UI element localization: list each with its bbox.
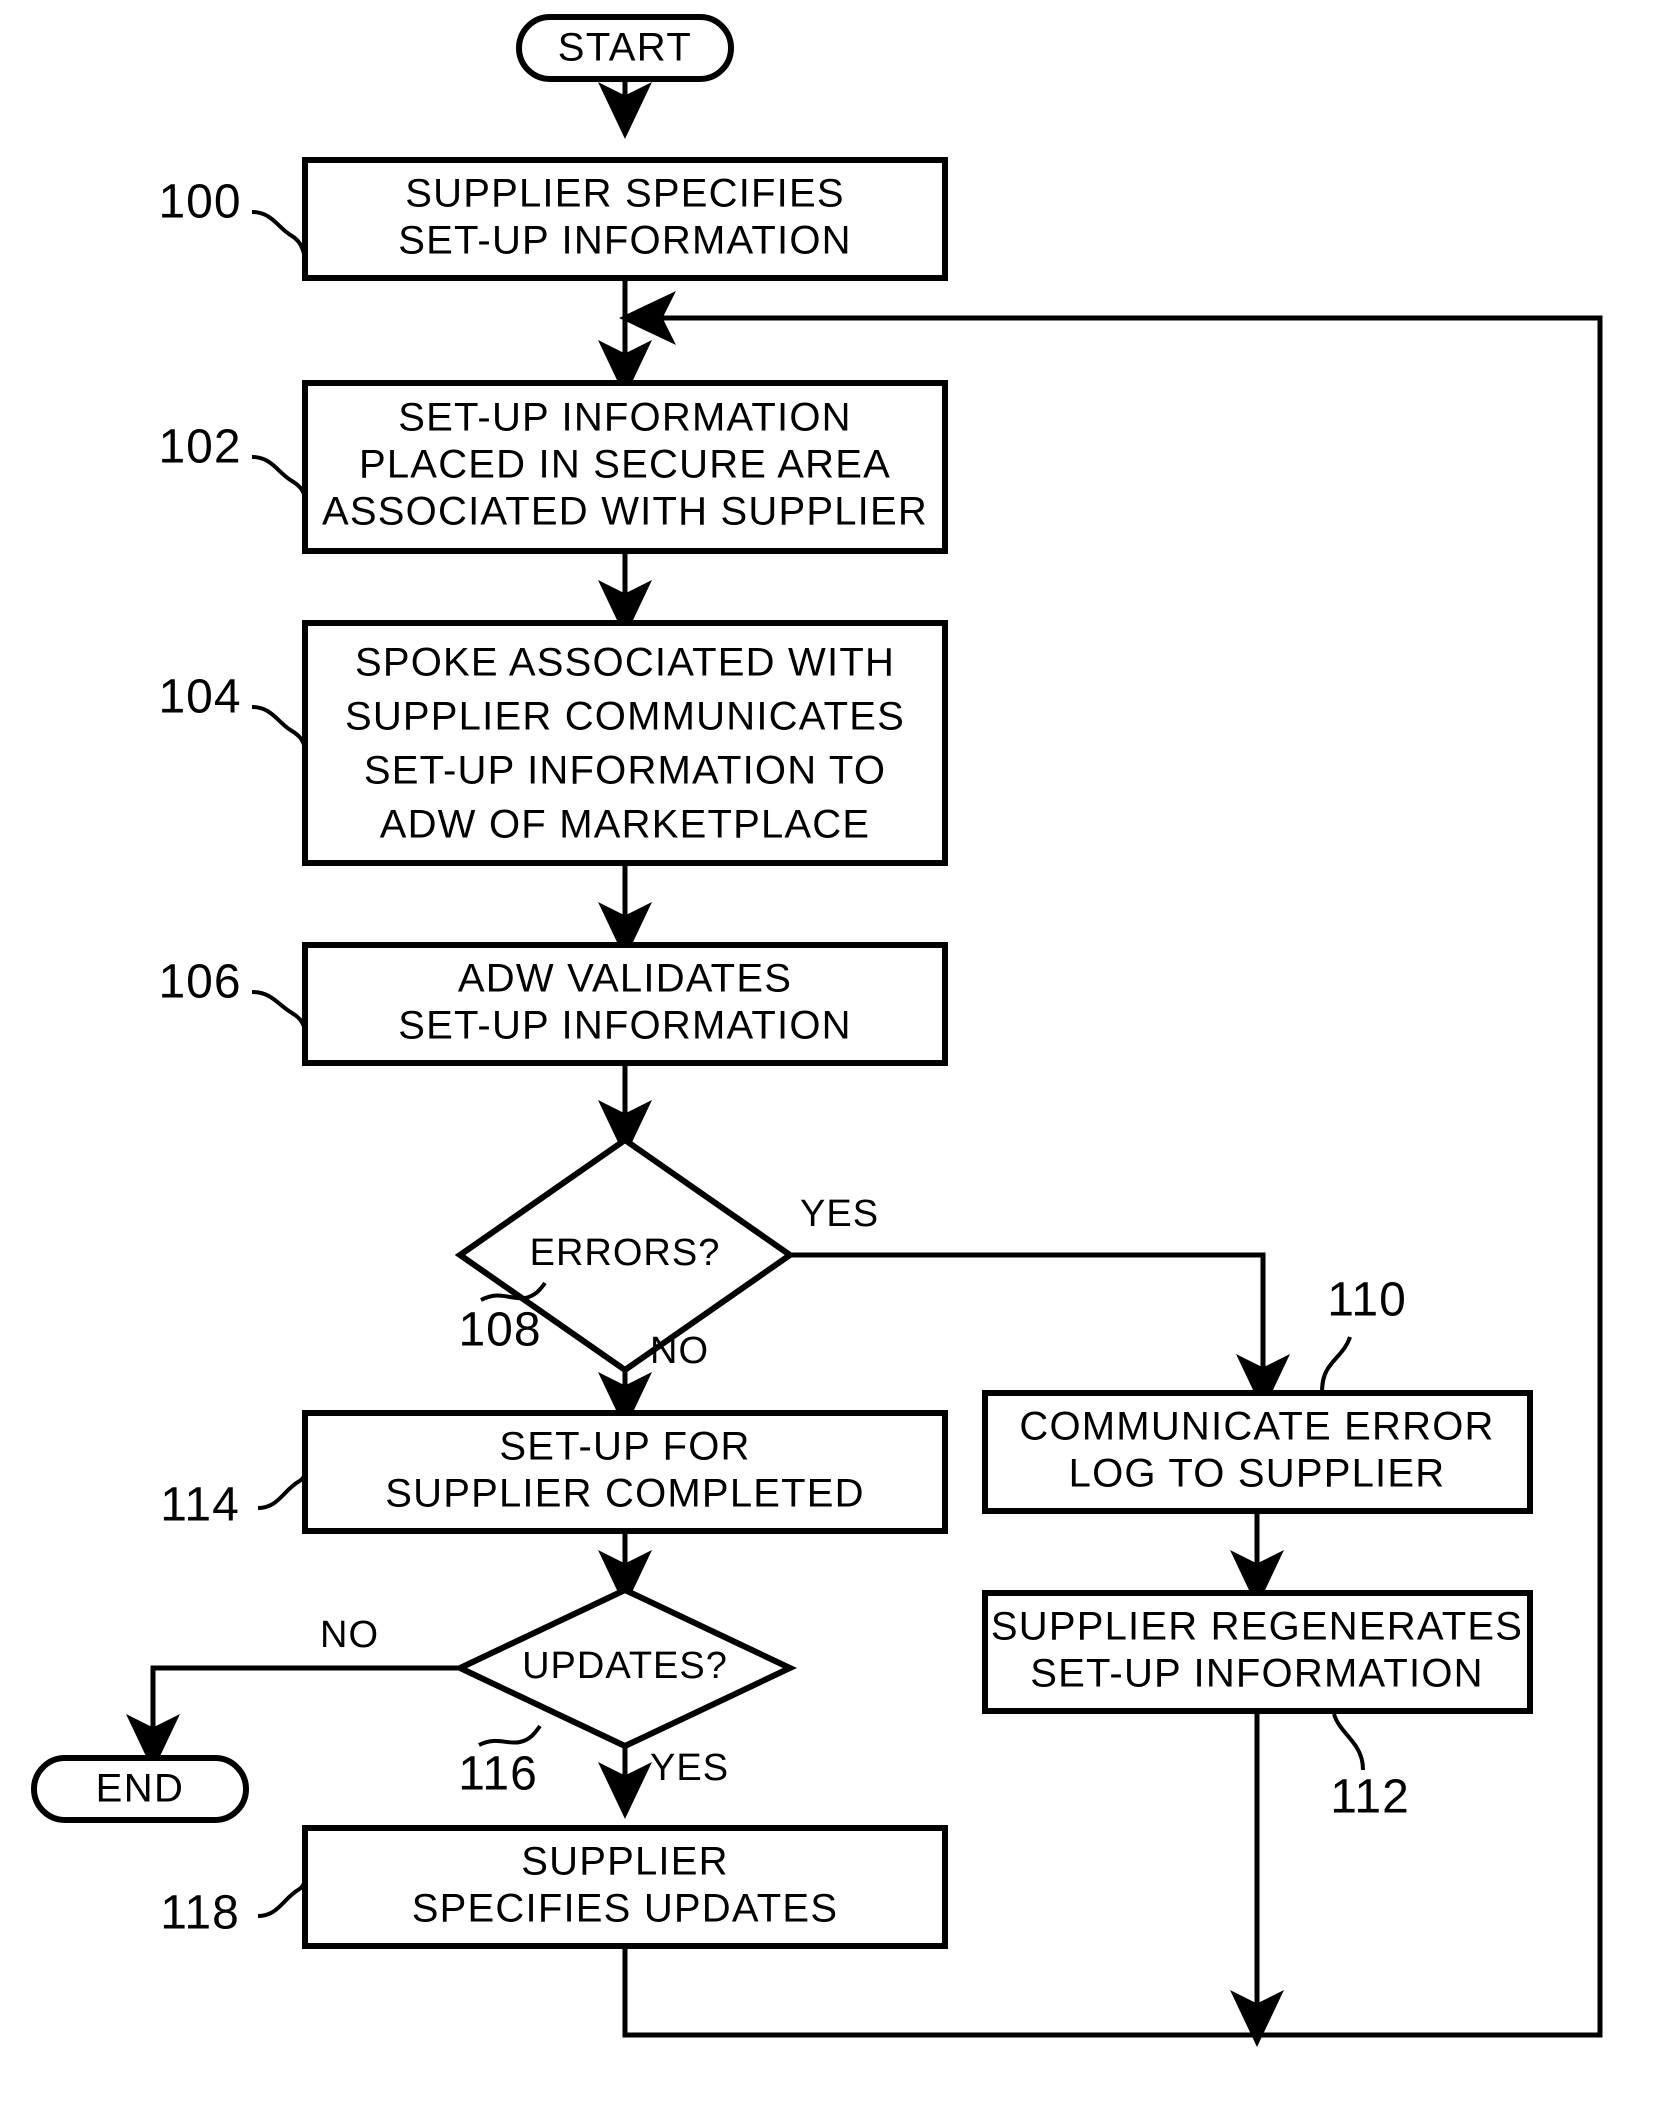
process-box-100: SUPPLIER SPECIFIES SET-UP INFORMATION xyxy=(302,157,948,281)
reference-numeral-102-label: 102 xyxy=(158,421,241,474)
reference-numeral-112: 112 xyxy=(1330,1713,1410,1824)
process-box-102-line-3: ASSOCIATED WITH SUPPLIER xyxy=(322,490,928,534)
edge-updates-no-label: NO xyxy=(320,1614,379,1656)
terminal-end: END xyxy=(31,1755,249,1823)
edge-errors-yes-label: YES xyxy=(800,1193,879,1235)
edge-errors-no-label: NO xyxy=(650,1330,709,1372)
process-box-102: SET-UP INFORMATION PLACED IN SECURE AREA… xyxy=(302,380,948,554)
process-box-114-line-1: SET-UP FOR xyxy=(499,1425,750,1469)
decision-updates: UPDATES? xyxy=(452,1586,798,1750)
process-box-102-line-2: PLACED IN SECURE AREA xyxy=(359,443,891,487)
process-box-118-line-2: SPECIFIES UPDATES xyxy=(412,1887,838,1931)
reference-numeral-118-label: 118 xyxy=(160,1887,240,1940)
process-box-112-line-1: SUPPLIER REGENERATES xyxy=(991,1605,1523,1649)
process-box-110-line-2: LOG TO SUPPLIER xyxy=(1069,1452,1446,1496)
reference-numeral-114: 114 xyxy=(160,1472,307,1532)
reference-numeral-106-label: 106 xyxy=(158,956,241,1009)
process-box-112-line-2: SET-UP INFORMATION xyxy=(1030,1652,1483,1696)
decision-updates-label: UPDATES? xyxy=(522,1645,728,1687)
reference-numeral-108: 108 xyxy=(458,1281,547,1357)
reference-numeral-108-label: 108 xyxy=(458,1304,541,1357)
process-box-104-line-2: SUPPLIER COMMUNICATES xyxy=(345,695,905,739)
reference-numeral-102: 102 xyxy=(158,421,307,498)
process-box-100-line-1: SUPPLIER SPECIFIES xyxy=(405,172,845,216)
process-box-104-line-3: SET-UP INFORMATION TO xyxy=(364,749,886,793)
process-box-114-line-2: SUPPLIER COMPLETED xyxy=(385,1472,865,1516)
reference-numeral-114-label: 114 xyxy=(160,1479,240,1532)
process-box-110: COMMUNICATE ERROR LOG TO SUPPLIER xyxy=(982,1390,1533,1514)
edge-updates-yes: YES xyxy=(598,1746,729,1820)
process-box-112: SUPPLIER REGENERATES SET-UP INFORMATION xyxy=(982,1590,1533,1714)
terminal-start-label: START xyxy=(558,26,692,70)
reference-numeral-112-label: 112 xyxy=(1330,1771,1410,1824)
process-box-114: SET-UP FOR SUPPLIER COMPLETED xyxy=(302,1410,948,1534)
edge-updates-no: NO xyxy=(126,1614,460,1772)
reference-numeral-100: 100 xyxy=(158,176,307,259)
process-box-118-line-1: SUPPLIER xyxy=(521,1840,728,1884)
reference-numeral-110: 110 xyxy=(1320,1274,1407,1394)
terminal-start: START xyxy=(516,14,734,82)
reference-numeral-104-label: 104 xyxy=(158,671,241,724)
process-box-102-line-1: SET-UP INFORMATION xyxy=(398,396,851,440)
decision-errors-label: ERRORS? xyxy=(530,1232,721,1274)
process-box-104: SPOKE ASSOCIATED WITH SUPPLIER COMMUNICA… xyxy=(302,620,948,866)
reference-numeral-104: 104 xyxy=(158,671,307,749)
process-box-110-line-1: COMMUNICATE ERROR xyxy=(1019,1405,1494,1449)
reference-numeral-116: 116 xyxy=(458,1724,542,1801)
reference-numeral-110-label: 110 xyxy=(1327,1274,1407,1327)
reference-numeral-116-label: 116 xyxy=(458,1748,538,1801)
process-box-104-line-1: SPOKE ASSOCIATED WITH xyxy=(355,641,895,685)
edge-updates-yes-label: YES xyxy=(650,1747,729,1789)
process-box-106-line-2: SET-UP INFORMATION xyxy=(398,1004,851,1048)
reference-numeral-118: 118 xyxy=(160,1879,307,1940)
process-box-106: ADW VALIDATES SET-UP INFORMATION xyxy=(302,942,948,1066)
terminal-end-label: END xyxy=(96,1767,185,1811)
process-box-118: SUPPLIER SPECIFIES UPDATES xyxy=(302,1825,948,1949)
reference-numeral-100-label: 100 xyxy=(158,176,241,229)
process-box-100-line-2: SET-UP INFORMATION xyxy=(398,219,851,263)
reference-numeral-106: 106 xyxy=(158,956,307,1031)
process-box-106-line-1: ADW VALIDATES xyxy=(458,957,792,1001)
flowchart-canvas: START SUPPLIER SPECIFIES SET-UP INFORMAT… xyxy=(31,14,1603,2048)
process-box-104-line-4: ADW OF MARKETPLACE xyxy=(380,803,871,847)
feedback-loop-to-102 xyxy=(618,291,1603,2038)
edge-errors-yes: YES xyxy=(790,1193,1290,1412)
patent-flowchart-page: START SUPPLIER SPECIFIES SET-UP INFORMAT… xyxy=(0,0,1654,2114)
